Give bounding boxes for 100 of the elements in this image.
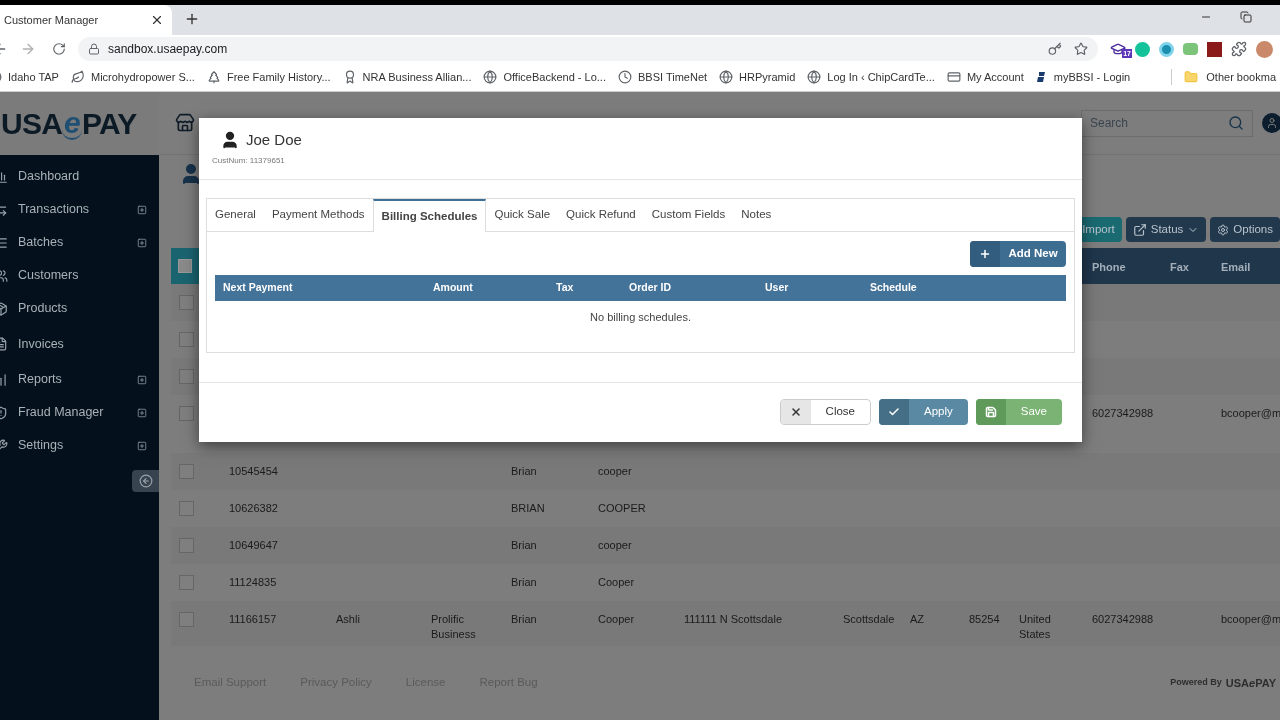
- table-cell-text: Ashli: [336, 612, 361, 627]
- bookmark-link[interactable]: Log In ‹ ChipCardTe...: [827, 68, 935, 86]
- close-icon[interactable]: [150, 13, 164, 27]
- folder-icon: [1184, 70, 1199, 84]
- toolbar-button[interactable]: Status: [1125, 217, 1207, 242]
- table-cell-text: COOPER: [598, 501, 647, 516]
- column-header[interactable]: Schedule: [870, 280, 1066, 296]
- dialog-tab[interactable]: Quick Sale: [486, 199, 559, 231]
- table-cell-text: 111111 N Scottsdale: [684, 612, 784, 627]
- search-icon[interactable]: [1228, 115, 1244, 131]
- bookmark-link[interactable]: NRA Business Allian...: [362, 68, 472, 86]
- row-checkbox[interactable]: [179, 369, 194, 384]
- select-all-checkbox[interactable]: [178, 259, 192, 273]
- table-cell-text: BRIAN: [511, 501, 546, 516]
- expand-icon[interactable]: [137, 407, 147, 418]
- bookmark-link[interactable]: HRPyramid: [739, 68, 796, 86]
- bookmark-link[interactable]: Free Family History...: [226, 68, 331, 86]
- table-cell-text: Brian: [511, 612, 538, 627]
- expand-icon[interactable]: [137, 374, 147, 385]
- letter-b-icon: [1035, 71, 1048, 83]
- leaf-icon: [70, 70, 85, 84]
- table-cell-text: 6027342988: [1092, 406, 1155, 421]
- bookmark-link[interactable]: My Account: [966, 68, 1024, 86]
- table-cell-text: 85254: [969, 612, 1001, 627]
- customer-name: Joe Doe: [246, 130, 302, 150]
- expand-icon[interactable]: [137, 204, 147, 215]
- reload-icon[interactable]: [52, 42, 66, 56]
- table-cell-text: United States: [1019, 612, 1052, 642]
- column-header[interactable]: User: [765, 280, 870, 296]
- profile-avatar[interactable]: [1256, 40, 1273, 58]
- expand-icon[interactable]: [137, 440, 147, 451]
- dialog-tab[interactable]: Payment Methods: [263, 199, 373, 231]
- add-new-button[interactable]: Add New: [970, 241, 1066, 267]
- dialog-tab[interactable]: Custom Fields: [643, 199, 734, 231]
- footer-logo: USAePAY: [1225, 675, 1276, 691]
- close-button[interactable]: Close: [779, 399, 871, 425]
- row-checkbox[interactable]: [179, 575, 194, 590]
- logo[interactable]: USAePAY: [0, 92, 159, 155]
- address-bar[interactable]: sandbox.usaepay.com: [78, 37, 1098, 61]
- row-checkbox[interactable]: [179, 295, 194, 310]
- restore-icon[interactable]: [1240, 11, 1252, 23]
- apply-button[interactable]: Apply: [879, 399, 968, 425]
- forward-icon[interactable]: [20, 41, 36, 57]
- browser-tab[interactable]: Customer Manager: [0, 5, 172, 35]
- key-icon[interactable]: [1048, 42, 1062, 56]
- table-cell-text: Cooper: [598, 612, 636, 627]
- table-cell-text: cooper: [598, 538, 633, 553]
- plus-icon: [979, 248, 991, 260]
- column-header[interactable]: Fax: [1170, 261, 1189, 273]
- table-cell-text: Scottsdale: [843, 612, 896, 627]
- column-header[interactable]: Amount: [433, 280, 556, 296]
- column-header[interactable]: Phone: [1092, 261, 1126, 273]
- table-cell: bcooper@m: [1221, 406, 1280, 421]
- sidebar-item[interactable]: Reports: [0, 363, 159, 396]
- dialog-tab[interactable]: Billing Schedules: [372, 199, 487, 232]
- sidebar-item[interactable]: Settings: [0, 429, 159, 462]
- extension-icon[interactable]: [1207, 41, 1222, 57]
- column-header[interactable]: Tax: [556, 280, 629, 296]
- sidebar-item[interactable]: Customers: [0, 259, 159, 292]
- sidebar-item[interactable]: Products: [0, 292, 159, 325]
- table-cell-text: 11166157: [229, 612, 278, 627]
- bookmark-link[interactable]: Microhydropower S...: [90, 68, 195, 86]
- sidebar-item[interactable]: Fraud Manager: [0, 396, 159, 429]
- sidebar-item[interactable]: Dashboard: [0, 160, 159, 193]
- new-tab-icon[interactable]: [184, 11, 200, 27]
- column-header[interactable]: Email: [1221, 261, 1251, 273]
- collapse-button[interactable]: [132, 470, 159, 492]
- row-checkbox[interactable]: [179, 464, 194, 479]
- bookmark-link[interactable]: Other bookma: [1206, 68, 1276, 86]
- store-icon[interactable]: [175, 113, 195, 133]
- bookmark-link[interactable]: myBBSI - Login: [1053, 68, 1131, 86]
- row-checkbox[interactable]: [179, 501, 194, 516]
- check-icon: [888, 406, 900, 418]
- tab-title: Customer Manager: [4, 12, 100, 28]
- row-checkbox[interactable]: [179, 538, 194, 553]
- sidebar-item[interactable]: Batches: [0, 226, 159, 259]
- table-cell-text: Brian: [511, 538, 538, 553]
- sidebar-item[interactable]: Invoices: [0, 325, 159, 363]
- tree-icon: [206, 70, 221, 84]
- bookmark-link[interactable]: OfficeBackend - Lo...: [503, 68, 606, 86]
- table-cell-text: Cooper: [598, 575, 636, 590]
- toolbar-button[interactable]: Options: [1210, 217, 1280, 242]
- customer-number: CustNum: 11379651: [212, 154, 286, 167]
- row-checkbox[interactable]: [179, 332, 194, 347]
- extensions-icon[interactable]: [1231, 41, 1247, 57]
- expand-icon[interactable]: [137, 237, 147, 248]
- bookmark-link[interactable]: BBSI TimeNet: [638, 68, 708, 86]
- globe-icon: [483, 70, 498, 84]
- user-avatar[interactable]: [1262, 113, 1280, 133]
- row-checkbox[interactable]: [179, 612, 194, 627]
- dialog-tab[interactable]: Quick Refund: [558, 199, 644, 231]
- sidebar-item[interactable]: Transactions: [0, 193, 159, 226]
- column-header[interactable]: Order ID: [629, 280, 765, 296]
- dialog-tab[interactable]: Notes: [733, 199, 780, 231]
- row-checkbox[interactable]: [179, 406, 194, 421]
- star-icon[interactable]: [1074, 42, 1088, 56]
- table-cell-text: Brian: [511, 464, 538, 479]
- dialog-tab[interactable]: General: [207, 199, 264, 231]
- bookmark-link[interactable]: Idaho TAP: [8, 68, 59, 86]
- column-header[interactable]: Next Payment: [223, 280, 433, 296]
